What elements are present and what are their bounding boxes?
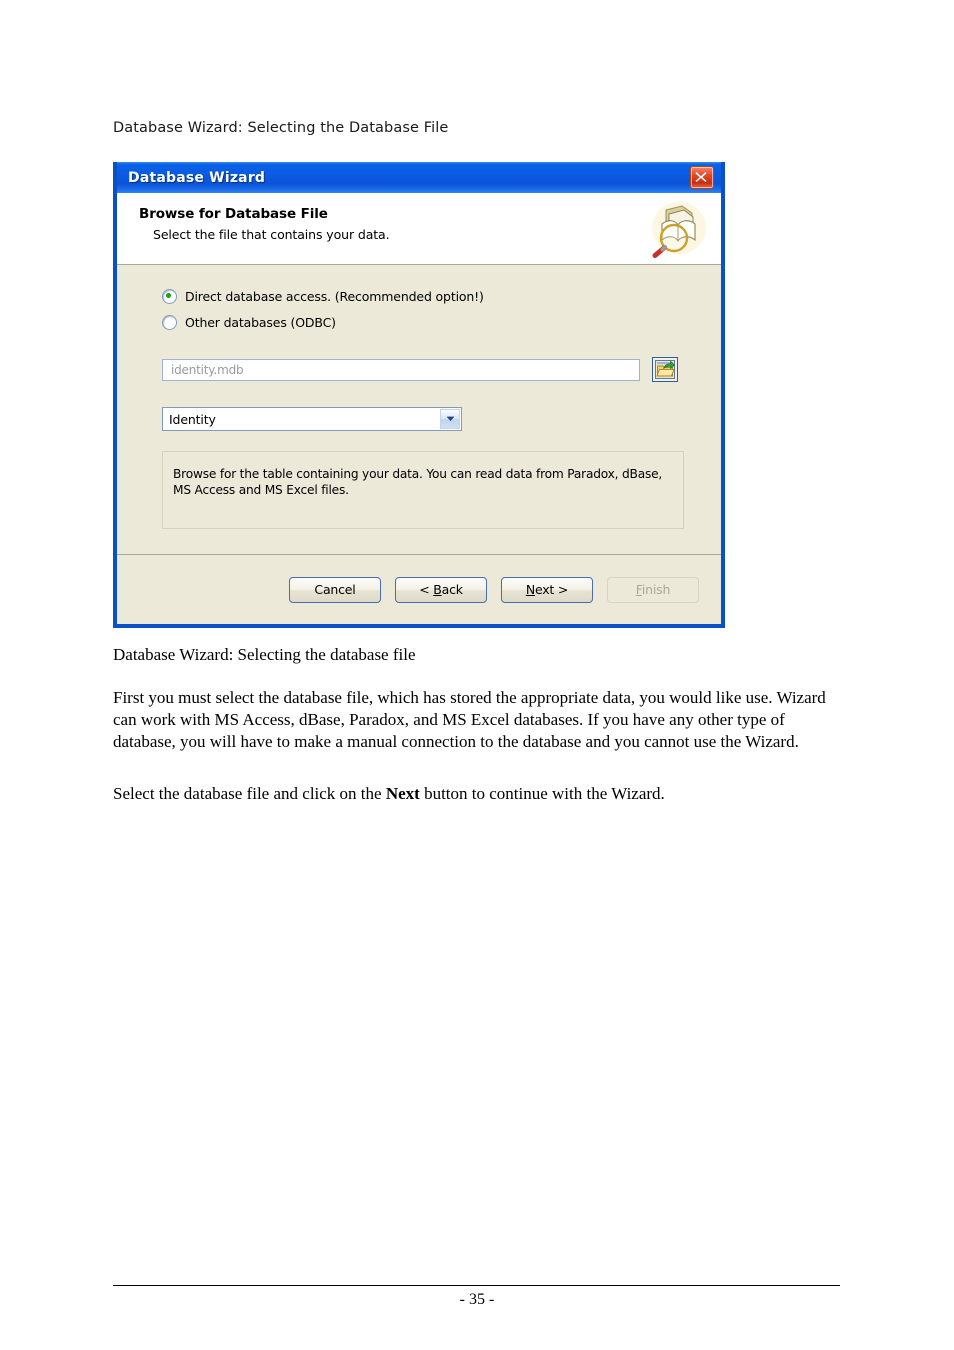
radio-label-direct: Direct database access. (Recommended opt… [185, 289, 484, 304]
info-panel: Browse for the table containing your dat… [162, 451, 684, 529]
dialog-title: Database Wizard [128, 169, 266, 186]
radio-other-databases-odbc[interactable]: Other databases (ODBC) [162, 315, 336, 330]
browse-file-button[interactable] [652, 357, 678, 382]
books-magnifier-icon [646, 198, 708, 260]
back-button[interactable]: < Back [395, 576, 487, 603]
radio-direct-database-access[interactable]: Direct database access. (Recommended opt… [162, 289, 484, 304]
paragraph-2-before: Select the database file and click on th… [113, 784, 386, 803]
chevron-down-icon[interactable] [440, 409, 460, 429]
info-panel-text: Browse for the table containing your dat… [173, 467, 663, 497]
body-paragraph-2: Select the database file and click on th… [113, 783, 835, 805]
document-page: Database Wizard: Selecting the Database … [0, 0, 954, 1350]
database-file-row [162, 357, 684, 382]
dialog-button-bar: Cancel < Back Next > Finish [117, 554, 721, 624]
wizard-body: Direct database access. (Recommended opt… [117, 265, 721, 554]
figure-caption: Database Wizard: Selecting the database … [113, 645, 416, 664]
footer-divider [113, 1285, 840, 1286]
paragraph-2-bold: Next [385, 784, 420, 803]
dialog-titlebar: Database Wizard [117, 162, 721, 193]
page-number: - 35 - [459, 1291, 495, 1308]
database-file-input[interactable] [162, 358, 640, 381]
close-icon[interactable] [690, 166, 714, 189]
radio-label-odbc: Other databases (ODBC) [185, 315, 336, 330]
finish-button: Finish [607, 576, 699, 603]
paragraph-2-after: button to continue with the Wizard. [419, 784, 665, 803]
table-select-value: Identity [169, 411, 216, 427]
wizard-header-subtitle: Select the file that contains your data. [153, 227, 390, 242]
cancel-button-label: Cancel [314, 582, 356, 597]
close-x-glyph [695, 172, 707, 182]
radio-icon-selected [162, 289, 177, 304]
radio-icon-unselected [162, 315, 177, 330]
wizard-header-title: Browse for Database File [139, 206, 328, 222]
cancel-button[interactable]: Cancel [289, 576, 381, 603]
open-folder-icon [655, 360, 675, 379]
wizard-header: Browse for Database File Select the file… [117, 193, 721, 265]
table-select[interactable]: Identity [162, 407, 462, 431]
next-button[interactable]: Next > [501, 576, 593, 603]
page-title: Database Wizard: Selecting the Database … [113, 120, 449, 136]
database-wizard-dialog: Database Wizard Browse for Database File… [113, 162, 725, 628]
body-paragraph-1: First you must select the database file,… [113, 688, 826, 752]
